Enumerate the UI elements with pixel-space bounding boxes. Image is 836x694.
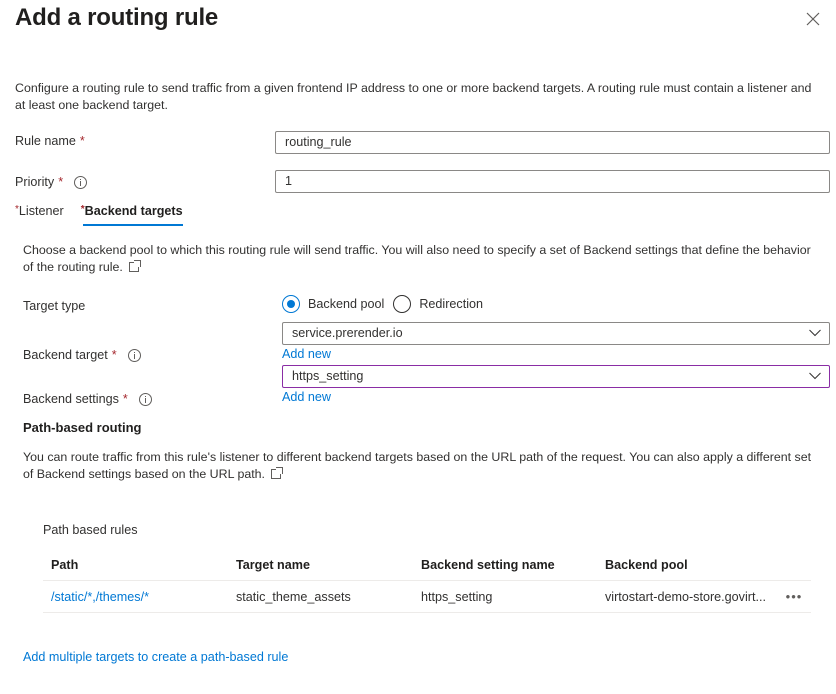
rule-name-input[interactable]: routing_rule [275,131,830,154]
required-marker: * [122,392,128,406]
tab-listener[interactable]: *Listener [15,204,64,226]
target-type-radio-group: Backend pool Redirection [282,295,492,313]
page-title: Add a routing rule [15,4,219,31]
required-marker: * [111,348,117,362]
radio-redirection[interactable]: Redirection [393,295,483,313]
backend-target-label: Backend target * [23,348,141,362]
rule-name-label-text: Rule name [15,134,76,148]
path-routing-description: You can route traffic from this rule's l… [23,449,823,483]
priority-label-text: Priority [15,175,55,189]
tab-backend-targets[interactable]: *Backend targets [81,204,183,226]
backend-targets-description-text: Choose a backend pool to which this rout… [23,243,811,274]
path-routing-description-text: You can route traffic from this rule's l… [23,450,812,481]
page-description: Configure a routing rule to send traffic… [15,81,812,112]
radio-checked-icon [282,295,300,313]
chevron-down-icon [809,329,821,337]
column-header-backend-pool: Backend pool [605,557,688,572]
more-options-icon[interactable]: ••• [777,589,811,604]
path-based-routing-heading: Path-based routing [23,420,142,435]
tab-listener-label: Listener [18,204,64,218]
external-link-icon[interactable] [129,260,142,272]
required-marker: * [58,175,64,189]
info-icon[interactable] [138,392,152,406]
path-rules-table: Path Target name Backend setting name Ba… [43,549,811,613]
backend-settings-dropdown[interactable]: https_setting [282,365,830,388]
close-button[interactable] [802,8,824,30]
radio-backend-pool-label: Backend pool [308,297,385,311]
add-new-backend-target-link[interactable]: Add new [282,347,331,361]
close-icon [806,12,820,26]
path-based-rules-label: Path based rules [43,523,138,537]
path-link[interactable]: /static/*,/themes/* [43,590,228,604]
external-link-icon[interactable] [271,467,284,479]
radio-redirection-label: Redirection [419,297,484,311]
column-header-backend-setting: Backend setting name [421,557,555,572]
rule-name-label: Rule name * [15,134,85,148]
tab-bar: *Listener *Backend targets [15,204,183,226]
backend-setting-cell: https_setting [421,589,493,604]
add-multiple-targets-link[interactable]: Add multiple targets to create a path-ba… [23,650,288,664]
column-header-target-name: Target name [236,557,310,572]
column-header-path: Path [51,557,79,572]
table-header: Path Target name Backend setting name Ba… [43,549,811,581]
backend-target-label-text: Backend target [23,348,108,362]
priority-label: Priority * [15,175,88,189]
backend-targets-description: Choose a backend pool to which this rout… [23,242,823,276]
target-type-label: Target type [23,299,86,313]
priority-input[interactable]: 1 [275,170,830,193]
backend-target-dropdown[interactable]: service.prerender.io [282,322,830,345]
target-name-cell: static_theme_assets [236,589,351,604]
backend-settings-label: Backend settings * [23,392,152,406]
backend-target-value: service.prerender.io [292,326,403,340]
table-row: /static/*,/themes/* static_theme_assets … [43,581,811,613]
radio-unchecked-icon [393,295,412,313]
radio-backend-pool[interactable]: Backend pool [282,295,384,313]
add-new-backend-settings-link[interactable]: Add new [282,390,331,404]
backend-pool-cell: virtostart-demo-store.govirt... [605,589,766,604]
chevron-down-icon [809,372,821,380]
info-icon[interactable] [74,175,88,189]
info-icon[interactable] [127,348,141,362]
tab-backend-targets-label: Backend targets [84,204,183,218]
required-marker: * [79,134,85,148]
backend-settings-value: https_setting [292,369,364,383]
backend-settings-label-text: Backend settings [23,392,119,406]
